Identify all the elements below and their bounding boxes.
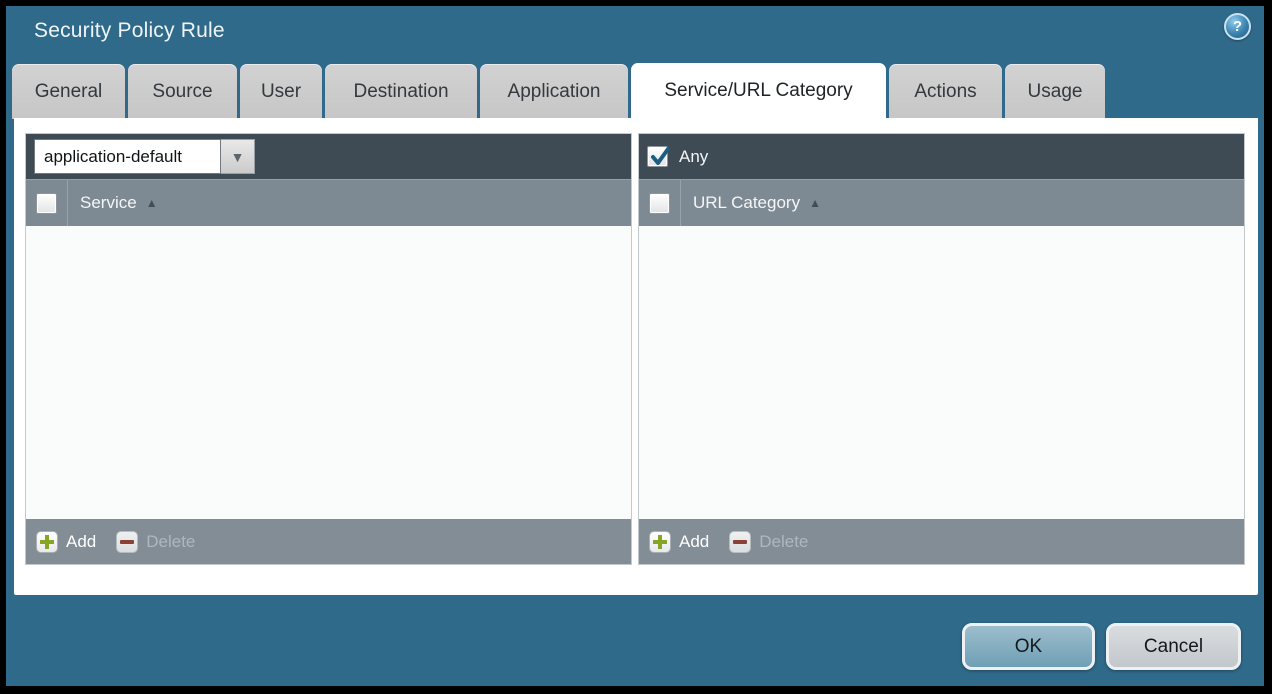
tab-source[interactable]: Source <box>128 64 237 119</box>
url-category-panel: Any URL Category ▲ Add <box>638 133 1245 565</box>
url-category-footer: Add Delete <box>639 519 1244 564</box>
service-delete-button[interactable]: Delete <box>116 531 195 553</box>
help-icon[interactable]: ? <box>1224 13 1251 40</box>
url-category-column-header[interactable]: URL Category ▲ <box>639 179 1244 226</box>
tab-general[interactable]: General <box>12 64 125 119</box>
service-toolbar: application-default ▼ <box>26 134 631 179</box>
dialog-title: Security Policy Rule <box>34 19 225 43</box>
url-category-toolbar: Any <box>639 134 1244 179</box>
any-checkbox-label: Any <box>679 147 708 167</box>
sort-asc-icon: ▲ <box>146 196 158 210</box>
tab-actions[interactable]: Actions <box>889 64 1002 119</box>
tab-usage[interactable]: Usage <box>1005 64 1105 119</box>
url-category-column-label: URL Category <box>693 193 800 213</box>
service-type-value[interactable]: application-default <box>34 139 221 174</box>
delete-button-label: Delete <box>759 532 808 552</box>
tab-application[interactable]: Application <box>480 64 628 119</box>
delete-button-label: Delete <box>146 532 195 552</box>
service-header-checkbox-cell <box>26 180 68 226</box>
cancel-button[interactable]: Cancel <box>1106 623 1241 670</box>
security-policy-rule-dialog: Security Policy Rule ? General Source Us… <box>6 6 1264 686</box>
add-button-label: Add <box>66 532 96 552</box>
tab-content-area: application-default ▼ Service ▲ Add <box>14 118 1258 595</box>
tab-destination[interactable]: Destination <box>325 64 477 119</box>
service-column-header[interactable]: Service ▲ <box>26 179 631 226</box>
any-checkbox[interactable] <box>647 146 668 167</box>
service-add-button[interactable]: Add <box>36 531 96 553</box>
tab-user[interactable]: User <box>240 64 322 119</box>
dropdown-arrow-icon[interactable]: ▼ <box>221 139 255 174</box>
add-button-label: Add <box>679 532 709 552</box>
add-icon <box>36 531 58 553</box>
service-type-dropdown[interactable]: application-default ▼ <box>34 139 255 174</box>
url-category-delete-button[interactable]: Delete <box>729 531 808 553</box>
url-category-header-checkbox-cell <box>639 180 681 226</box>
url-category-select-all-checkbox[interactable] <box>649 193 670 214</box>
sort-asc-icon: ▲ <box>809 196 821 210</box>
service-select-all-checkbox[interactable] <box>36 193 57 214</box>
delete-icon <box>116 531 138 553</box>
url-category-list-body <box>639 226 1244 519</box>
url-category-add-button[interactable]: Add <box>649 531 709 553</box>
add-icon <box>649 531 671 553</box>
service-column-label: Service <box>80 193 137 213</box>
service-footer: Add Delete <box>26 519 631 564</box>
tab-bar: General Source User Destination Applicat… <box>12 63 1105 119</box>
tab-service-url-category[interactable]: Service/URL Category <box>631 63 886 119</box>
service-panel: application-default ▼ Service ▲ Add <box>25 133 632 565</box>
delete-icon <box>729 531 751 553</box>
ok-button[interactable]: OK <box>962 623 1095 670</box>
service-list-body <box>26 226 631 519</box>
